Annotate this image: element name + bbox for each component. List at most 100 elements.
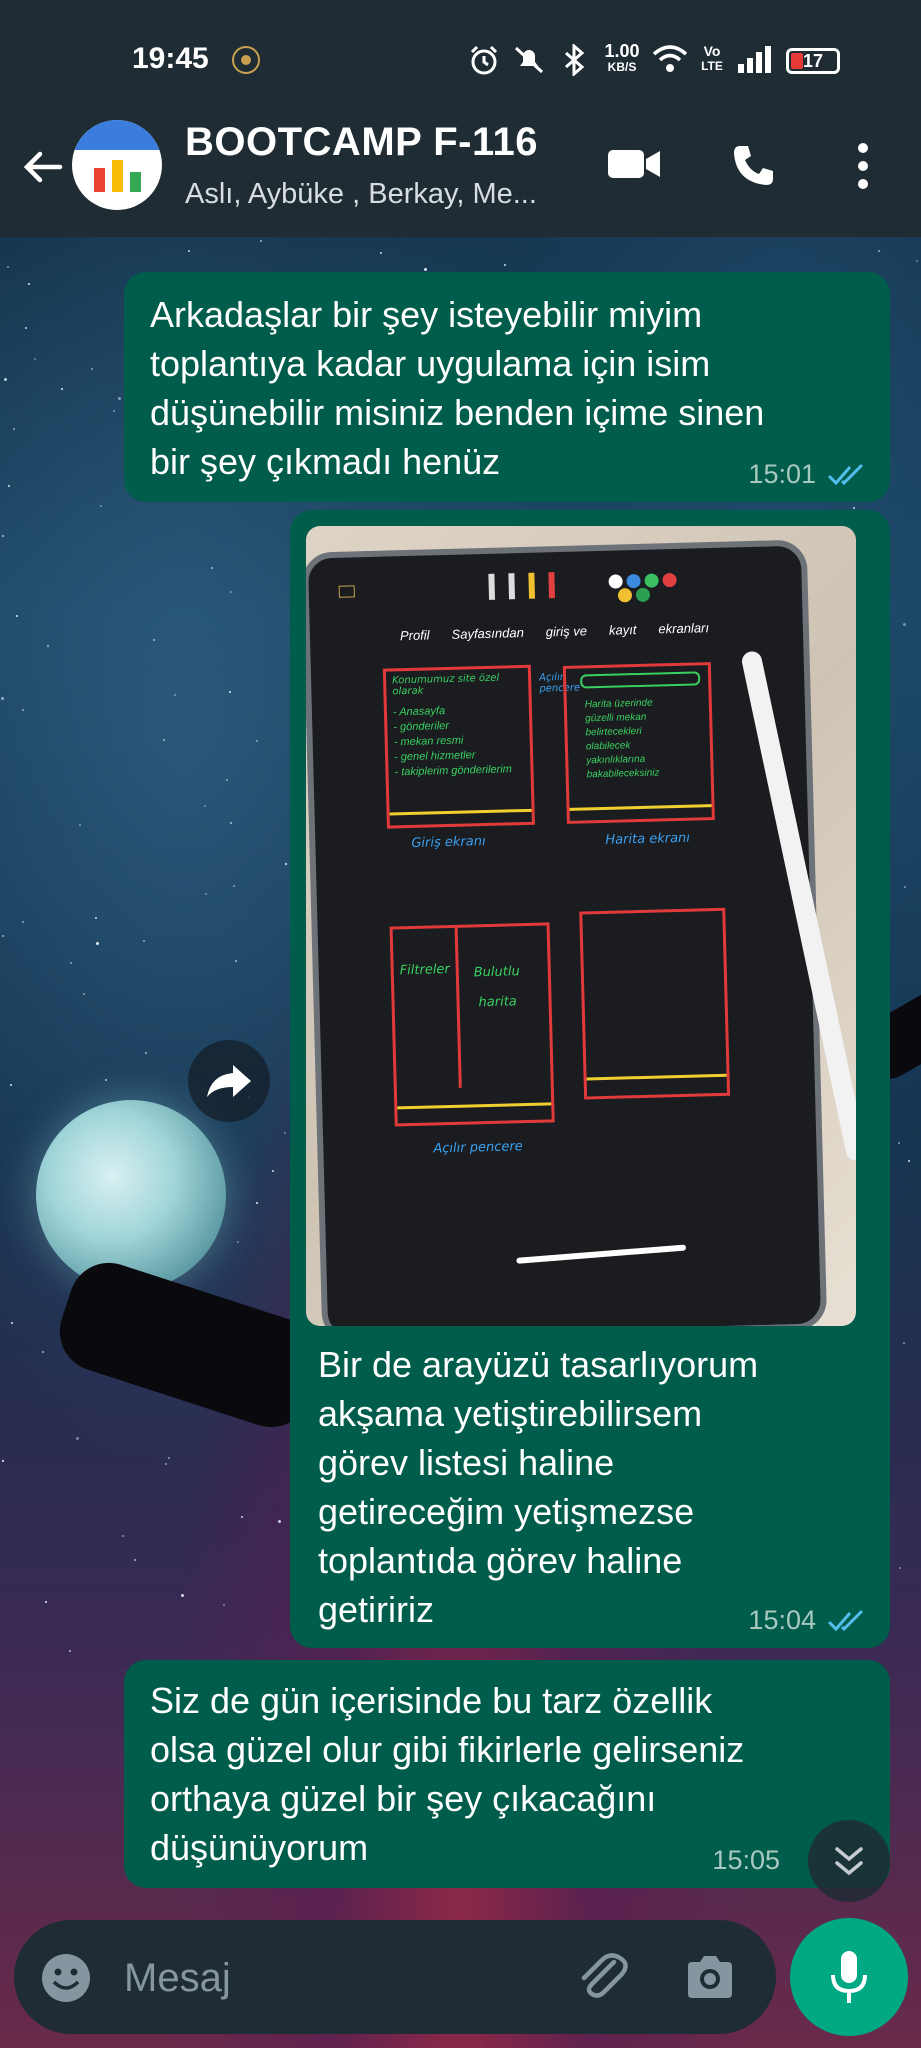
wallpaper-star — [28, 283, 30, 285]
bluetooth-icon — [565, 44, 585, 76]
message-time: 15:01 — [748, 459, 816, 489]
image-message-bubble[interactable]: Profil Sayfasından giriş ve kayıt ekranl… — [290, 510, 890, 1648]
attached-photo[interactable]: Profil Sayfasından giriş ve kayıt ekranl… — [306, 526, 856, 1326]
wallpaper-star — [380, 252, 382, 254]
sketch-label: Giriş ekranı — [411, 834, 486, 851]
wallpaper-star — [237, 1241, 239, 1243]
sketch-searchbar — [580, 671, 701, 689]
wallpaper-star — [95, 917, 97, 919]
sketch-text: Konumumuz site özel olarak — [391, 672, 500, 698]
wallpaper-star — [69, 1650, 71, 1652]
attach-icon[interactable] — [574, 1948, 632, 2006]
volte-indicator: Vo LTE — [700, 43, 724, 74]
status-clock: 19:45 — [132, 42, 209, 75]
network-speed: 1.00 KB/S — [600, 42, 644, 74]
sketch-text: Bulutlu — [473, 964, 520, 981]
sketch-list-item: Harita üzerinde — [584, 697, 653, 711]
wallpaper-star — [284, 1132, 286, 1134]
wallpaper-star — [2, 1460, 4, 1462]
message-bubble[interactable]: Siz de gün içerisinde bu tarz özellik ol… — [124, 1660, 890, 1888]
wallpaper-star — [204, 805, 206, 807]
wallpaper-star — [100, 505, 102, 507]
wallpaper-star — [4, 378, 7, 381]
sketch-heading-word: giriş ve — [545, 623, 588, 640]
chat-header[interactable]: BOOTCAMP F-116 Aslı, Aybüke , Berkay, Me… — [0, 120, 921, 237]
wallpaper-star — [34, 358, 36, 360]
emoji-icon[interactable] — [40, 1952, 92, 2004]
scroll-to-bottom-button[interactable] — [808, 1820, 890, 1902]
message-meta: 15:01 — [748, 459, 868, 490]
wallpaper-star — [1, 697, 4, 700]
microphone-icon — [831, 1951, 867, 2003]
wallpaper-star — [424, 268, 427, 271]
wallpaper-star — [256, 740, 258, 742]
wallpaper-star — [223, 1604, 225, 1606]
battery-icon: 17 — [786, 48, 840, 74]
wallpaper-star — [113, 410, 115, 412]
read-ticks-icon — [827, 463, 864, 485]
wallpaper-moon — [36, 1100, 226, 1290]
wallpaper-star — [91, 368, 93, 370]
wallpaper-star — [47, 645, 49, 647]
wallpaper-star — [229, 691, 231, 693]
wallpaper-star — [174, 694, 176, 696]
wallpaper-star — [22, 709, 24, 711]
sketch-list: Harita üzerinde güzelli mekan belirtecek… — [585, 696, 660, 782]
wallpaper-star — [96, 942, 99, 945]
wallpaper-star — [233, 885, 235, 887]
wallpaper-star — [2, 535, 4, 537]
wallpaper-star — [260, 240, 262, 242]
forward-button[interactable] — [188, 1040, 270, 1122]
wallpaper-star — [241, 1516, 243, 1518]
sketch-divider — [454, 927, 462, 1088]
wallpaper-star — [70, 962, 72, 964]
tablet-home-indicator — [516, 1244, 687, 1264]
wallpaper-star — [916, 260, 918, 262]
sketch-heading-word: kayıt — [608, 622, 637, 638]
volte-top: Vo — [703, 43, 721, 59]
wifi-icon — [652, 45, 688, 72]
voice-call-icon[interactable] — [728, 140, 778, 190]
voice-message-button[interactable] — [790, 1918, 908, 2036]
wallpaper-star — [45, 1601, 47, 1603]
sketch-screen-popup: Filtreler Bulutlu harita — [389, 922, 555, 1127]
sketch-screen-login: Konumumuz site özel olarak - Anasayfa - … — [382, 664, 535, 829]
message-bubble[interactable]: Arkadaşlar bir şey isteyebilir miyim top… — [124, 272, 890, 502]
message-time: 15:05 — [712, 1845, 780, 1875]
back-arrow-icon[interactable] — [18, 142, 68, 192]
wallpaper-star — [143, 940, 145, 942]
wallpaper-star — [16, 615, 18, 617]
video-call-icon[interactable] — [606, 144, 662, 184]
wallpaper-star — [42, 1351, 44, 1353]
wallpaper-star — [83, 993, 85, 995]
wallpaper-star — [226, 779, 228, 781]
wallpaper-star — [878, 250, 880, 252]
chat-title[interactable]: BOOTCAMP F-116 — [185, 120, 538, 165]
wallpaper-star — [256, 1202, 258, 1204]
wallpaper-star — [272, 1170, 274, 1172]
more-options-icon[interactable] — [848, 140, 878, 192]
chat-members[interactable]: Aslı, Aybüke , Berkay, Me... — [185, 178, 537, 211]
wallpaper-star — [165, 1463, 167, 1465]
sketch-list-item: - takiplerim gönderilerim — [394, 763, 513, 779]
wallpaper-star — [181, 1594, 184, 1597]
sketch-screen-blank — [579, 907, 731, 1100]
message-meta: 15:04 — [748, 1605, 868, 1636]
wallpaper-star — [278, 1520, 281, 1523]
sketch-screen-map: Harita üzerinde güzelli mekan belirtecek… — [562, 662, 715, 824]
wallpaper-star — [11, 1322, 13, 1324]
wallpaper-star — [230, 822, 232, 824]
wallpaper-star — [908, 1160, 910, 1162]
message-input[interactable] — [122, 1946, 546, 2010]
wallpaper-star — [145, 1052, 147, 1054]
group-avatar-image — [72, 120, 162, 192]
camera-icon[interactable] — [684, 1952, 736, 2002]
sketch-text: Filtreler — [399, 962, 451, 979]
sketch-list: - Anasayfa - gönderiler - mekan resmi - … — [393, 702, 512, 780]
wallpaper-star — [904, 886, 906, 888]
wallpaper-star — [118, 397, 121, 400]
sketch-heading: Profil Sayfasından giriş ve kayıt ekranl… — [400, 619, 740, 643]
wallpaper-star — [153, 639, 155, 641]
group-avatar[interactable] — [72, 120, 162, 210]
wallpaper-star — [10, 1084, 12, 1086]
